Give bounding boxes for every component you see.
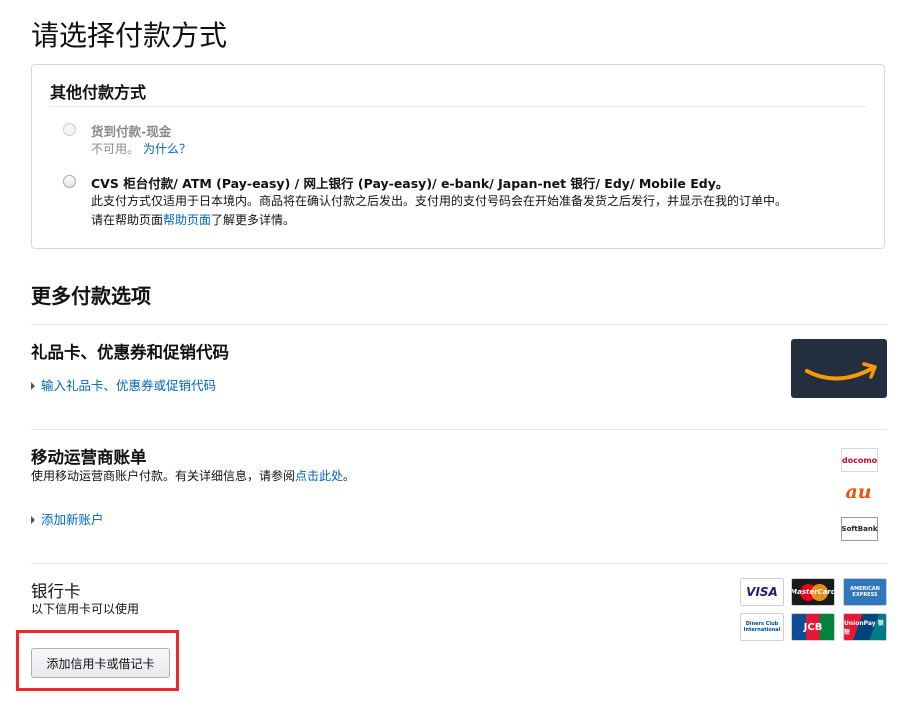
cvs-help-prefix: 请在帮助页面 [91,213,164,227]
page-title: 请选择付款方式 [31,19,228,52]
other-payment-methods-box: 其他付款方式 货到付款-现金 不可用。 为什么？ CVS 柜台付款/ ATM (… [31,64,885,249]
cod-unavailable-text: 不可用。 [91,142,140,156]
chevron-right-icon [31,515,35,524]
amazon-smile-logo-icon [791,339,887,398]
bank-card-title: 银行卡 [31,582,81,601]
other-methods-title: 其他付款方式 [50,83,147,102]
cvs-help-line: 请在帮助页面帮助页面了解更多详情。 [91,211,295,228]
chevron-right-icon [31,381,35,390]
amex-card-icon: AMERICAN EXPRESS [843,578,887,606]
carrier-description: 使用移动运营商账户付款。有关详细信息，请参阅点击此处。 [31,467,355,484]
divider [31,324,887,325]
add-new-account-link[interactable]: 添加新账户 [31,509,104,528]
carrier-billing-title: 移动运营商账单 [31,448,147,467]
cod-radio[interactable] [63,123,76,136]
divider [31,429,887,430]
help-page-link[interactable]: 帮助页面 [163,213,211,227]
mastercard-icon: MasterCard [791,578,835,606]
more-options-title: 更多付款选项 [31,284,151,308]
cod-label: 货到付款-现金 [91,124,172,139]
carrier-desc-prefix: 使用移动运营商账户付款。有关详细信息，请参阅 [31,469,296,483]
add-credit-or-debit-card-button[interactable]: 添加信用卡或借记卡 [31,648,170,678]
bank-card-description: 以下信用卡可以使用 [31,602,140,616]
cvs-description: 此支付方式仅适用于日本境内。商品将在确认付款之后发出。支付用的支付号码会在开始准… [91,194,788,208]
cvs-label: CVS 柜台付款/ ATM (Pay-easy) / 网上银行 (Pay-eas… [91,176,729,191]
softbank-logo: SoftBank [841,517,878,541]
au-logo: au [845,481,872,503]
cvs-help-suffix: 了解更多详情。 [211,213,296,227]
visa-card-icon: VISA [740,578,784,606]
docomo-logo: docomo [841,448,878,472]
gift-card-title: 礼品卡、优惠券和促销代码 [31,343,229,362]
divider [31,563,887,564]
enter-gift-card-link[interactable]: 输入礼品卡、优惠券或促销代码 [31,375,216,394]
divider [50,106,866,107]
enter-gift-card-label: 输入礼品卡、优惠券或促销代码 [41,378,217,393]
jcb-card-icon: JCB [791,613,835,641]
mastercard-label: MasterCard [791,588,835,596]
click-here-link[interactable]: 点击此处 [295,469,343,483]
add-new-account-label: 添加新账户 [41,512,104,527]
unionpay-card-icon: UnionPay 银联 [843,613,887,641]
cvs-radio[interactable] [63,175,76,188]
diners-club-icon: Diners Club International [740,613,784,641]
carrier-desc-suffix: 。 [343,469,356,483]
why-link[interactable]: 为什么？ [143,140,191,157]
